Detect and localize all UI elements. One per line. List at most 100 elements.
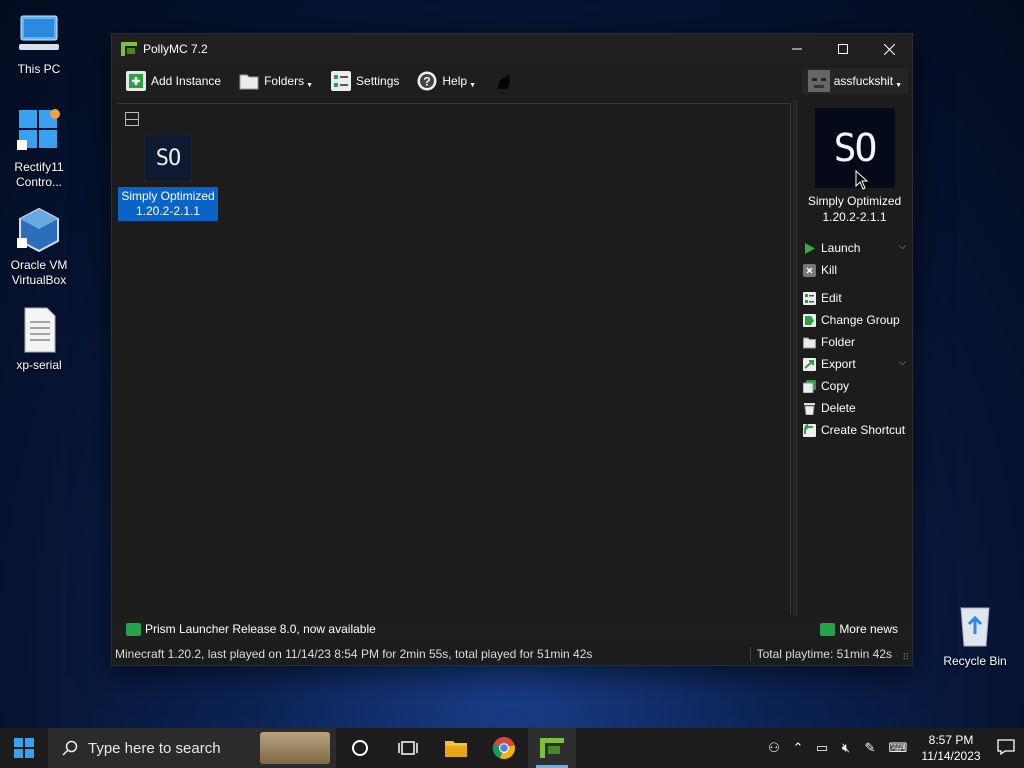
collapse-group-icon[interactable] — [125, 112, 139, 126]
start-button[interactable] — [0, 728, 48, 768]
change-group-button[interactable]: Change Group — [797, 309, 912, 331]
news-icon — [820, 622, 836, 636]
folder-label: Folder — [821, 335, 856, 349]
folder-button[interactable]: Folder — [797, 331, 912, 353]
add-instance-button[interactable]: Add Instance — [126, 71, 221, 91]
resize-grip-icon[interactable]: ⠿ — [902, 652, 909, 663]
help-button[interactable]: ? Help ▼ — [417, 71, 476, 91]
cat-icon — [494, 71, 514, 91]
recycle-bin-icon — [951, 602, 999, 650]
main-toolbar: Add Instance Folders ▼ Settings ? Help ▼ — [112, 64, 912, 98]
clock[interactable]: 8:57 PM 11/14/2023 — [914, 732, 988, 764]
desktop-icon-label: xp-serial — [16, 358, 62, 372]
news-headline[interactable]: Prism Launcher Release 8.0, now availabl… — [145, 622, 376, 636]
create-shortcut-button[interactable]: Create Shortcut — [797, 419, 912, 441]
folders-label: Folders — [264, 74, 305, 88]
folder-icon — [239, 71, 259, 91]
svg-text:?: ? — [424, 75, 431, 89]
export-icon — [803, 357, 816, 371]
delete-button[interactable]: Delete — [797, 397, 912, 419]
copy-button[interactable]: Copy — [797, 375, 912, 397]
splitter-handle[interactable] — [793, 100, 795, 616]
avatar — [807, 70, 830, 92]
desktop-icon-recycle-bin[interactable]: Recycle Bin — [936, 602, 1014, 669]
main-content: SO Simply Optimized 1.20.2-2.1.1 SO Simp… — [112, 98, 912, 617]
task-view-button[interactable] — [384, 728, 432, 768]
selected-instance-name: Simply Optimized 1.20.2-2.1.1 — [807, 194, 902, 224]
window-title: PollyMC 7.2 — [143, 42, 208, 56]
chrome-icon — [492, 737, 515, 760]
export-button[interactable]: Export ⌵ — [797, 353, 912, 375]
computer-icon — [15, 10, 63, 58]
instance-view[interactable]: SO Simply Optimized 1.20.2-2.1.1 — [117, 103, 791, 615]
people-icon[interactable]: ⚇ — [762, 740, 786, 756]
more-news-label: More news — [839, 622, 898, 636]
taskbar: Type here to search ⚇ ⌃ ▭ 🔇︎ ✎ ⌨ 8:57 PM… — [0, 728, 1024, 768]
create-shortcut-label: Create Shortcut — [821, 423, 906, 437]
dropdown-arrow-icon: ▼ — [306, 81, 314, 89]
search-placeholder: Type here to search — [88, 739, 221, 757]
delete-label: Delete — [821, 401, 856, 415]
keyboard-icon[interactable]: ⌨ — [882, 740, 914, 756]
edit-icon — [803, 291, 816, 305]
maximize-icon — [838, 44, 848, 54]
edit-label: Edit — [821, 291, 842, 305]
chevron-down-icon[interactable]: ⌵ — [899, 241, 906, 252]
instance-tile[interactable]: SO Simply Optimized 1.20.2-2.1.1 — [118, 134, 218, 221]
notification-icon[interactable] — [988, 738, 1024, 758]
export-label: Export — [821, 357, 856, 371]
help-icon: ? — [417, 71, 437, 91]
pollymc-taskbar-button[interactable] — [528, 728, 576, 768]
desktop-icon-virtualbox[interactable]: Oracle VM VirtualBox — [0, 206, 78, 288]
kill-button[interactable]: Kill — [797, 259, 912, 281]
copy-label: Copy — [821, 379, 850, 393]
copy-icon — [802, 379, 816, 393]
news-bar: Prism Launcher Release 8.0, now availabl… — [112, 618, 912, 640]
file-explorer-button[interactable] — [432, 728, 480, 768]
tag-icon — [803, 313, 816, 327]
selected-instance-icon[interactable]: SO — [814, 108, 895, 190]
status-bar: Minecraft 1.20.2, last played on 11/14/2… — [112, 642, 912, 666]
trash-icon — [803, 402, 816, 415]
settings-label: Settings — [356, 74, 400, 88]
chevron-up-icon[interactable]: ⌃ — [786, 740, 810, 756]
clock-time: 8:57 PM — [928, 733, 974, 747]
maximize-button[interactable] — [820, 34, 866, 64]
desktop-icon-this-pc[interactable]: This PC — [0, 10, 78, 77]
desktop-icon-rectify11[interactable]: Rectify11 Contro... — [0, 108, 78, 190]
desktop-icon-label: Oracle VM VirtualBox — [10, 258, 68, 287]
folders-button[interactable]: Folders ▼ — [239, 71, 313, 91]
kill-icon — [803, 263, 816, 277]
settings-button[interactable]: Settings — [331, 71, 399, 91]
pen-icon[interactable]: ✎ — [858, 740, 882, 756]
more-news-button[interactable]: More news — [820, 622, 898, 636]
windows-logo-icon — [14, 738, 34, 758]
minimize-icon — [792, 48, 802, 50]
desktop-icon-xp-serial[interactable]: xp-serial — [0, 306, 78, 373]
account-name: assfuckshit — [833, 74, 894, 88]
virtualbox-icon — [15, 206, 63, 254]
dropdown-arrow-icon: ▼ — [895, 81, 902, 89]
minimize-button[interactable] — [774, 34, 820, 64]
title-bar[interactable]: PollyMC 7.2 — [112, 34, 912, 64]
edit-button[interactable]: Edit — [797, 287, 912, 309]
task-view-icon — [398, 741, 418, 755]
cat-button[interactable] — [494, 71, 519, 91]
search-box[interactable]: Type here to search — [48, 728, 336, 768]
cortana-button[interactable] — [336, 728, 384, 768]
settings-icon — [331, 71, 352, 91]
close-button[interactable] — [866, 34, 912, 64]
mouse-cursor-icon — [855, 170, 868, 190]
network-icon[interactable]: ▭ — [810, 740, 834, 756]
dropdown-arrow-icon: ▼ — [469, 81, 476, 89]
text-file-icon — [15, 306, 63, 354]
launch-button[interactable]: Launch ⌵ — [797, 237, 912, 259]
search-icon — [62, 740, 78, 756]
help-label: Help — [442, 74, 468, 88]
chrome-button[interactable] — [480, 728, 528, 768]
volume-muted-icon[interactable]: 🔇︎ — [834, 740, 858, 756]
clock-date: 11/14/2023 — [921, 749, 981, 763]
account-button[interactable]: assfuckshit ▼ — [801, 68, 908, 94]
chevron-down-icon[interactable]: ⌵ — [899, 357, 906, 368]
rectify11-icon — [15, 108, 63, 156]
